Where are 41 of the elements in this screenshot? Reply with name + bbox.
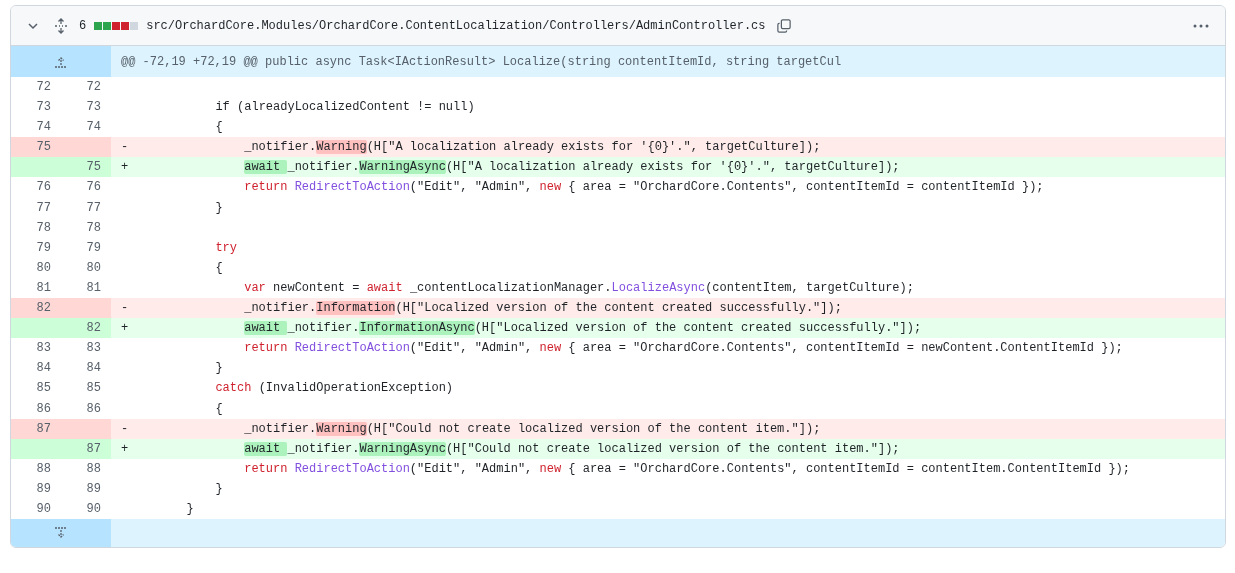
code-line: await _notifier.InformationAsync(H["Localized version of the content created successfully."]); bbox=[243, 320, 922, 338]
code-line: _notifier.Information(H["Localized version of the content created successfully."]); bbox=[243, 300, 842, 318]
line-number-cell bbox=[61, 298, 111, 319]
code-line: { bbox=[214, 400, 223, 418]
diff-marker: + bbox=[120, 440, 129, 458]
line-number-cell: 82 bbox=[61, 318, 111, 339]
line-number-cell bbox=[61, 418, 111, 439]
diff-marker: - bbox=[120, 420, 129, 438]
change-count: 6 bbox=[79, 17, 87, 35]
code-line: await _notifier.WarningAsync(H["Could not create localized version of the content item."]); bbox=[243, 440, 900, 458]
line-number-cell: 75 bbox=[11, 137, 61, 158]
diff-marker: + bbox=[120, 159, 129, 177]
code-line: await _notifier.WarningAsync(H["A localization already exists for '{0}'.", targetCulture]); bbox=[243, 159, 900, 177]
diff-marker: - bbox=[120, 139, 129, 157]
code-line: } bbox=[214, 199, 223, 217]
line-number-cell bbox=[61, 137, 111, 158]
line-number-cell: 87 bbox=[11, 418, 61, 439]
diffstat-icon bbox=[94, 21, 139, 30]
diff-marker: - bbox=[120, 300, 129, 318]
code-line: _notifier.Warning(H["A localization already exists for '{0}'.", targetCulture]); bbox=[243, 139, 821, 157]
code-line: { bbox=[214, 119, 223, 137]
line-number-cell: 75 bbox=[61, 157, 111, 178]
code-line: } bbox=[185, 500, 194, 518]
expand-down-icon bbox=[54, 527, 68, 540]
file-path[interactable]: src/OrchardCore.Modules/OrchardCore.ContentLocalization/Controllers/AdminController.cs bbox=[146, 16, 766, 35]
code-line: _notifier.Warning(H["Could not create localized version of the content item."]); bbox=[243, 420, 821, 438]
code-line: if (alreadyLocalizedContent != null) bbox=[214, 99, 475, 117]
code-line: catch (InvalidOperationException) bbox=[214, 380, 454, 398]
code-line: return RedirectToAction("Edit", "Admin", new { area = "OrchardCore.Contents", contentItemId = contentItem.ContentItemId }); bbox=[243, 460, 1130, 478]
hunk-header: @@ -72,19 +72,19 @@ public async Task<IActionResult> Localize(string contentItemId, string targetCul bbox=[111, 46, 1225, 77]
code-line: var newContent = await _contentLocalizationManager.LocalizeAsync(contentItem, targetCulture); bbox=[243, 279, 914, 297]
line-number-cell: 87 bbox=[61, 438, 111, 459]
code-line: } bbox=[214, 480, 223, 498]
code-line: return RedirectToAction("Edit", "Admin", new { area = "OrchardCore.Contents", contentItemId = contentItemId }); bbox=[243, 179, 1044, 197]
code-line: try bbox=[214, 239, 238, 257]
code-line: return RedirectToAction("Edit", "Admin", new { area = "OrchardCore.Contents", contentItemId = newContent.ContentItemId }); bbox=[243, 340, 1123, 358]
expand-up-icon bbox=[54, 55, 68, 68]
line-number-cell: 82 bbox=[11, 298, 61, 319]
code-line: } bbox=[214, 360, 223, 378]
diff-marker: + bbox=[120, 320, 129, 338]
code-line: { bbox=[214, 259, 223, 277]
